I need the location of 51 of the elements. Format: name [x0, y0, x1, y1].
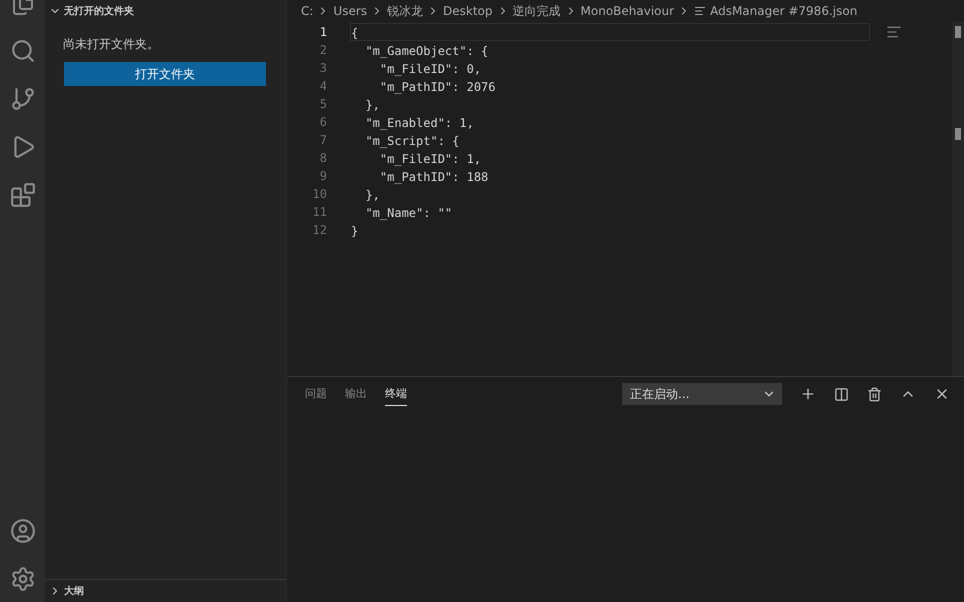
code-line: "m_FileID": 0, — [378, 61, 482, 77]
breadcrumb[interactable]: Users — [333, 4, 368, 18]
line-number: 7 — [318, 133, 327, 147]
code-line: "m_Name": "" — [364, 205, 454, 221]
line-number: 11 — [312, 205, 327, 219]
minimap-icon — [886, 24, 902, 38]
breadcrumb[interactable]: MonoBehaviour — [580, 4, 674, 18]
code-line: } — [350, 223, 360, 239]
panel-tab[interactable]: 问题 — [305, 382, 327, 406]
split-icon[interactable] — [834, 386, 849, 402]
breadcrumb[interactable]: AdsManager #7986.json — [710, 4, 858, 18]
breadcrumb[interactable]: Desktop — [443, 4, 493, 18]
code-line: "m_GameObject": { — [364, 43, 490, 59]
code-line: "m_Enabled": 1, — [364, 115, 475, 131]
section-title: 大纲 — [64, 584, 84, 598]
panel-tab[interactable]: 输出 — [345, 382, 367, 406]
empty-message: 尚未打开文件夹。 — [62, 36, 160, 53]
code-line: }, — [364, 97, 381, 113]
line-number: 12 — [312, 223, 327, 237]
terminal-select[interactable]: 正在启动... — [622, 383, 782, 405]
blocks-icon[interactable] — [10, 182, 36, 208]
breadcrumb[interactable]: 逆向完成 — [512, 2, 561, 20]
panel-tab[interactable]: 终端 — [385, 382, 407, 406]
open-folder-button[interactable]: 打开文件夹 — [64, 62, 266, 86]
line-number: 2 — [318, 43, 327, 57]
line-number: 10 — [312, 187, 327, 201]
line-number: 5 — [318, 97, 327, 111]
section-header[interactable]: 无打开的文件夹 — [45, 0, 286, 22]
code-line: "m_Script": { — [364, 133, 460, 149]
select-value: 正在启动... — [630, 386, 690, 402]
search-icon[interactable] — [10, 38, 36, 64]
line-number: 6 — [318, 115, 327, 129]
branch-icon[interactable] — [10, 86, 36, 112]
line-number: 3 — [318, 61, 327, 75]
account-icon[interactable] — [10, 518, 36, 544]
breadcrumb[interactable]: 锐冰龙 — [387, 2, 424, 20]
code-line: "m_PathID": 188 — [378, 169, 490, 185]
breadcrumb[interactable]: C: — [301, 4, 314, 18]
settings-icon[interactable] — [10, 566, 36, 592]
line-number: 8 — [318, 151, 327, 165]
scrollbar[interactable] — [952, 22, 964, 376]
code-line: "m_FileID": 1, — [378, 151, 482, 167]
section-header[interactable]: 大纲 — [45, 580, 286, 602]
plus-icon[interactable] — [800, 386, 816, 402]
code-line: "m_PathID": 2076 — [378, 79, 496, 95]
line-number: 1 — [318, 25, 327, 39]
section-title: 无打开的文件夹 — [64, 4, 134, 18]
line-number: 9 — [318, 169, 327, 183]
code-line: }, — [364, 187, 381, 203]
trash-icon[interactable] — [867, 386, 882, 402]
line-number: 4 — [318, 79, 327, 93]
